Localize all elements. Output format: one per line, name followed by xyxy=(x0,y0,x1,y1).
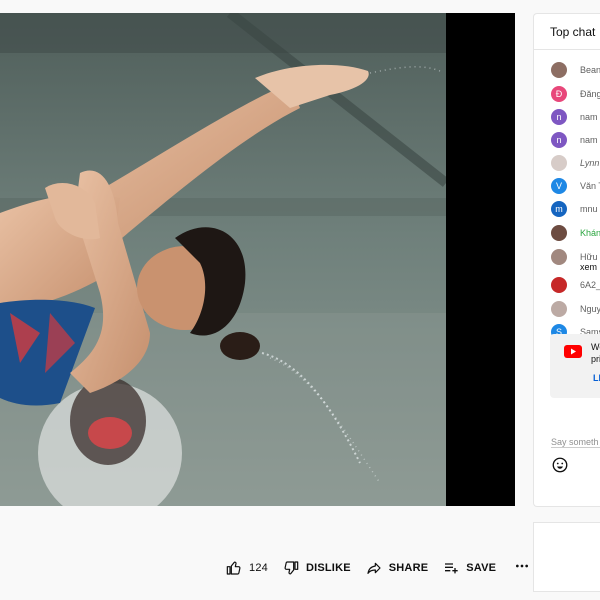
like-count: 124 xyxy=(249,562,268,574)
share-icon xyxy=(365,559,383,577)
chat-message[interactable]: 6A2_ xyxy=(551,277,600,293)
chat-author-name[interactable]: Khán xyxy=(580,225,600,241)
thumbs-up-icon xyxy=(225,559,243,577)
chat-message[interactable]: V Văn T xyxy=(551,178,600,194)
live-chat-panel: Top chat BeanĐĐăngnnamnnamLynnVVăn Tmmnu… xyxy=(533,13,600,507)
avatar[interactable] xyxy=(551,249,567,265)
promo-learn-more-link[interactable]: LE xyxy=(593,373,600,383)
avatar[interactable]: n xyxy=(551,132,567,148)
avatar[interactable] xyxy=(551,62,567,78)
youtube-logo-icon xyxy=(564,345,582,363)
chat-message[interactable]: Hữu xem xyxy=(551,249,598,272)
chat-message[interactable]: Bean xyxy=(551,62,600,78)
avatar[interactable] xyxy=(551,225,567,241)
chat-author-name[interactable]: nam xyxy=(580,109,598,125)
video-thumbnail-image xyxy=(0,13,446,506)
avatar[interactable]: V xyxy=(551,178,567,194)
chat-author-name[interactable]: 6A2_ xyxy=(580,277,600,293)
chat-author-name[interactable]: nam xyxy=(580,132,598,148)
video-frame[interactable] xyxy=(0,13,446,506)
chat-author-name[interactable]: mnu xyxy=(580,201,598,217)
video-actions: 124 DISLIKE SHARE SAVE xyxy=(225,558,534,578)
video-player[interactable] xyxy=(0,13,515,506)
page: 124 DISLIKE SHARE SAVE Top chat Bean Đ Đ… xyxy=(0,0,600,600)
chat-footer-card xyxy=(533,522,600,592)
more-horizontal-icon xyxy=(514,558,530,579)
below-video-area xyxy=(0,506,515,600)
chat-input-container[interactable] xyxy=(551,432,600,448)
promo-line-2: pri xyxy=(591,354,600,364)
chat-author-name[interactable]: Nguy xyxy=(580,301,600,317)
chat-author-name[interactable]: Văn T xyxy=(580,178,600,194)
dislike-label: DISLIKE xyxy=(305,562,351,574)
chat-promo-banner: We pri LE xyxy=(550,334,600,398)
save-label: SAVE xyxy=(466,562,497,574)
chat-message[interactable]: Đ Đăng xyxy=(551,86,600,102)
share-label: SHARE xyxy=(388,562,429,574)
avatar[interactable]: n xyxy=(551,109,567,125)
chat-header[interactable]: Top chat xyxy=(534,14,600,50)
chat-mode-label[interactable]: Top chat xyxy=(550,25,595,39)
thumbs-down-icon xyxy=(282,559,300,577)
chat-message[interactable]: n nam xyxy=(551,109,598,125)
avatar[interactable] xyxy=(551,301,567,317)
save-button[interactable]: SAVE xyxy=(442,558,496,578)
chat-author-name[interactable]: Lynn xyxy=(580,155,599,171)
avatar[interactable] xyxy=(551,155,567,171)
chat-input[interactable] xyxy=(551,437,600,447)
promo-line-1: We xyxy=(591,342,600,352)
avatar[interactable]: m xyxy=(551,201,567,217)
emoji-icon[interactable] xyxy=(551,456,569,474)
chat-message[interactable]: Khán xyxy=(551,225,600,241)
like-button[interactable]: 124 xyxy=(225,558,268,578)
chat-message[interactable]: m mnu xyxy=(551,201,598,217)
more-actions-button[interactable] xyxy=(510,558,534,578)
chat-message[interactable]: n nam xyxy=(551,132,598,148)
chat-message-text: xem xyxy=(580,262,598,272)
dislike-button[interactable]: DISLIKE xyxy=(282,558,351,578)
share-button[interactable]: SHARE xyxy=(365,558,429,578)
chat-author-name[interactable]: Đăng xyxy=(580,86,600,102)
chat-message[interactable]: Nguy xyxy=(551,301,600,317)
chat-message[interactable]: Lynn xyxy=(551,155,599,171)
promo-text: We pri xyxy=(591,341,600,365)
playlist-add-icon xyxy=(442,559,460,577)
chat-author-name[interactable]: Bean xyxy=(580,62,600,78)
avatar[interactable]: Đ xyxy=(551,86,567,102)
avatar[interactable] xyxy=(551,277,567,293)
